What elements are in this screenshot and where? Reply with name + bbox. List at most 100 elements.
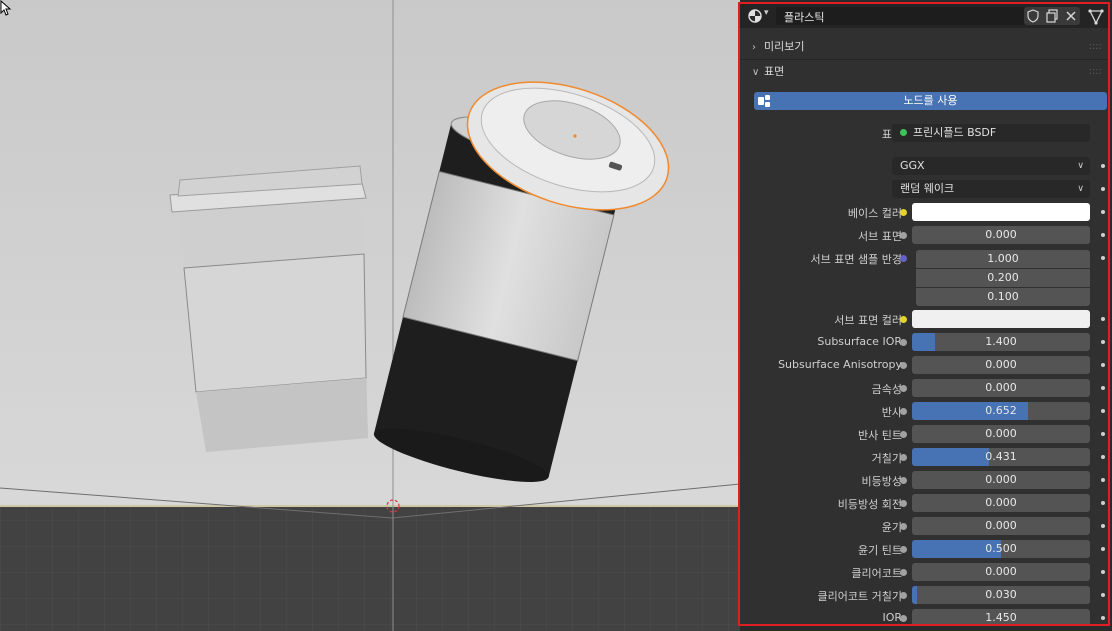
anisotropic-slider[interactable]: 0.000 — [912, 471, 1090, 489]
value-socket-icon[interactable] — [900, 546, 907, 553]
material-sphere-icon[interactable] — [748, 9, 762, 23]
ior-value: 1.450 — [985, 611, 1017, 624]
vector-socket-icon[interactable] — [900, 255, 907, 262]
keyframe-dot-icon[interactable] — [1101, 547, 1105, 551]
radius-y-field[interactable]: 0.200 — [916, 269, 1090, 287]
color-socket-icon[interactable] — [900, 316, 907, 323]
node-tree-icon[interactable] — [1088, 9, 1104, 25]
keyframe-dot-icon[interactable] — [1101, 501, 1105, 505]
subsurface-value: 0.000 — [985, 228, 1017, 241]
sheen-label: 윤기 — [881, 521, 902, 534]
subsurface-slider[interactable]: 0.000 — [912, 226, 1090, 244]
subsurface-ior-slider[interactable]: 1.400 — [912, 333, 1090, 351]
value-socket-icon[interactable] — [900, 454, 907, 461]
subsurface-color-swatch[interactable] — [912, 310, 1090, 328]
ior-slider[interactable]: 1.450 — [912, 609, 1090, 624]
anisotropic-row: 비등방성 0.000 — [740, 470, 1108, 490]
keyframe-dot-icon[interactable] — [1101, 340, 1105, 344]
value-socket-icon[interactable] — [900, 385, 907, 392]
3d-viewport[interactable] — [0, 0, 740, 631]
keyframe-dot-icon[interactable] — [1101, 616, 1105, 620]
base-color-row: 베이스 컬러 — [740, 202, 1108, 222]
keyframe-dot-icon[interactable] — [1101, 256, 1105, 260]
roughness-slider[interactable]: 0.431 — [912, 448, 1090, 466]
keyframe-dot-icon[interactable] — [1101, 593, 1105, 597]
metallic-slider[interactable]: 0.000 — [912, 379, 1090, 397]
keyframe-dot-icon[interactable] — [1101, 409, 1105, 413]
value-socket-icon[interactable] — [900, 362, 907, 369]
keyframe-dot-icon[interactable] — [1101, 386, 1105, 390]
distribution-dropdown[interactable]: GGX ∨ — [892, 157, 1090, 175]
shader-socket-icon — [900, 129, 907, 136]
node-editor-icon — [758, 95, 770, 107]
drag-handle-icon[interactable]: :::: — [1089, 35, 1102, 59]
keyframe-dot-icon[interactable] — [1101, 363, 1105, 367]
keyframe-dot-icon[interactable] — [1101, 524, 1105, 528]
value-socket-icon[interactable] — [900, 592, 907, 599]
value-socket-icon[interactable] — [900, 523, 907, 530]
specular-value: 0.652 — [985, 404, 1017, 417]
value-socket-icon[interactable] — [900, 500, 907, 507]
keyframe-dot-icon[interactable] — [1101, 570, 1105, 574]
subsurface-anisotropy-slider[interactable]: 0.000 — [912, 356, 1090, 374]
anisotropic-rotation-value: 0.000 — [985, 496, 1017, 509]
keyframe-dot-icon[interactable] — [1101, 478, 1105, 482]
use-nodes-button[interactable]: 노드를 사용 — [754, 92, 1107, 110]
subsurface-method-row: 랜덤 웨이크 ∨ — [740, 179, 1108, 199]
clearcoat-slider[interactable]: 0.000 — [912, 563, 1090, 581]
value-socket-icon[interactable] — [900, 477, 907, 484]
value-socket-icon[interactable] — [900, 232, 907, 239]
drag-handle-icon[interactable]: :::: — [1089, 60, 1102, 84]
ior-row: IOR 1.450 — [740, 608, 1108, 624]
keyframe-dot-icon[interactable] — [1101, 233, 1105, 237]
subsurface-radius-row: 서브 표면 샘플 반경 1.000 0.200 0.100 — [740, 248, 1108, 308]
fake-user-shield-icon[interactable] — [1026, 9, 1040, 23]
keyframe-dot-icon[interactable] — [1101, 164, 1105, 168]
value-socket-icon[interactable] — [900, 431, 907, 438]
material-header: ▾ 플라스틱 — [740, 4, 1108, 28]
clearcoat-roughness-slider[interactable]: 0.030 — [912, 586, 1090, 604]
value-socket-icon[interactable] — [900, 569, 907, 576]
distribution-row: GGX ∨ — [740, 156, 1108, 176]
section-preview[interactable]: › 미리보기 :::: — [740, 35, 1108, 59]
mouse-cursor-icon — [0, 0, 12, 16]
subsurface-row: 서브 표면 0.000 — [740, 225, 1108, 245]
subsurface-anisotropy-row: Subsurface Anisotropy 0.000 — [740, 355, 1108, 375]
subsurface-anisotropy-label: Subsurface Anisotropy — [778, 358, 902, 371]
specular-tint-label: 반사 틴트 — [858, 429, 902, 442]
material-name-field[interactable]: 플라스틱 — [776, 7, 1026, 25]
unlink-close-icon[interactable] — [1064, 9, 1078, 23]
keyframe-dot-icon[interactable] — [1101, 455, 1105, 459]
radius-x-field[interactable]: 1.000 — [916, 250, 1090, 268]
value-socket-icon[interactable] — [900, 339, 907, 346]
duplicate-copy-icon[interactable] — [1045, 9, 1059, 23]
radius-z-field[interactable]: 0.100 — [916, 288, 1090, 306]
specular-tint-slider[interactable]: 0.000 — [912, 425, 1090, 443]
clearcoat-roughness-label: 클리어코트 거칠기 — [817, 590, 902, 603]
keyframe-dot-icon[interactable] — [1101, 317, 1105, 321]
specular-tint-row: 반사 틴트 0.000 — [740, 424, 1108, 444]
section-surface[interactable]: ∨ 표면 :::: — [740, 60, 1108, 84]
clearcoat-roughness-row: 클리어코트 거칠기 0.030 — [740, 585, 1108, 605]
specular-slider[interactable]: 0.652 — [912, 402, 1090, 420]
keyframe-dot-icon[interactable] — [1101, 210, 1105, 214]
distribution-value: GGX — [900, 159, 925, 172]
sheen-slider[interactable]: 0.000 — [912, 517, 1090, 535]
value-socket-icon[interactable] — [900, 408, 907, 415]
base-color-swatch[interactable] — [912, 203, 1090, 221]
chevron-down-icon[interactable]: ▾ — [764, 8, 769, 18]
sheen-tint-slider[interactable]: 0.500 — [912, 540, 1090, 558]
roughness-row: 거칠기 0.431 — [740, 447, 1108, 467]
clearcoat-label: 클리어코트 — [851, 567, 902, 580]
surface-shader-row: 표면 프린시플드 BSDF — [740, 123, 1108, 143]
subsurface-method-dropdown[interactable]: 랜덤 웨이크 ∨ — [892, 180, 1090, 198]
viewport-scene — [0, 0, 740, 631]
chevron-down-icon: ∨ — [1077, 184, 1084, 194]
keyframe-dot-icon[interactable] — [1101, 432, 1105, 436]
value-socket-icon[interactable] — [900, 615, 907, 622]
keyframe-dot-icon[interactable] — [1101, 187, 1105, 191]
color-socket-icon[interactable] — [900, 209, 907, 216]
chevron-down-icon: ∨ — [752, 67, 760, 78]
surface-shader-field[interactable]: 프린시플드 BSDF — [892, 124, 1090, 142]
anisotropic-rotation-slider[interactable]: 0.000 — [912, 494, 1090, 512]
